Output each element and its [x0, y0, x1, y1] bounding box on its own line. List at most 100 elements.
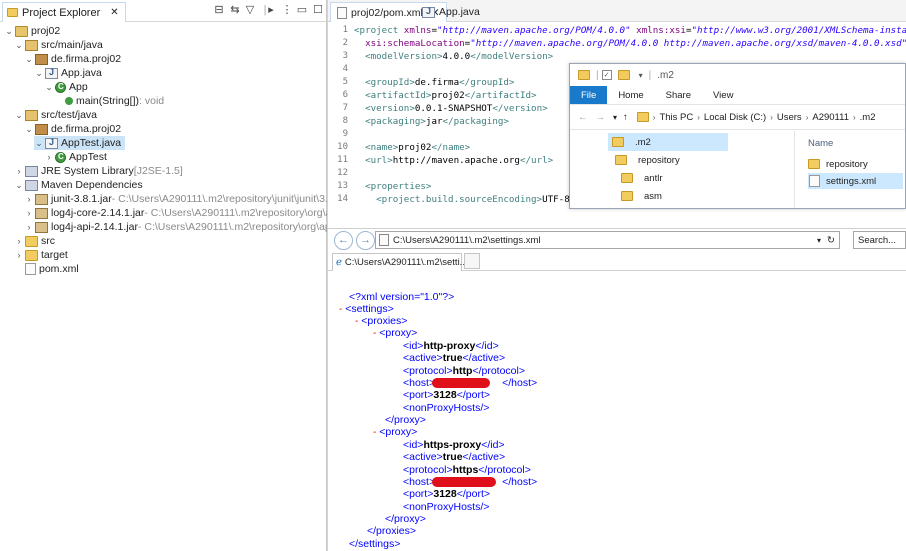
- tree-item-package-test[interactable]: ⌄ de.firma.proj02: [24, 122, 121, 136]
- address-bar[interactable]: ← → ▾ ↑ › This PC › Local Disk (C:) › Us…: [570, 104, 905, 130]
- link-editor-icon[interactable]: ⇆: [228, 4, 242, 17]
- chevron-down-icon[interactable]: ⌄: [14, 40, 24, 51]
- xml-tag: </id>: [481, 439, 505, 451]
- forward-arrow-icon[interactable]: →: [356, 230, 375, 250]
- code-line[interactable]: <modelVersion>4.0.0</modelVersion>: [354, 51, 553, 62]
- code-line[interactable]: <artifactId>proj02</artifactId>: [354, 90, 537, 101]
- tree-item-proj02[interactable]: ⌄ proj02: [4, 24, 60, 38]
- tree-item-label: target: [41, 249, 68, 261]
- tree-item-pom-xml[interactable]: pom.xml: [24, 262, 79, 276]
- code-line[interactable]: <groupId>de.firma</groupId>: [354, 77, 514, 88]
- view-menu-icon[interactable]: ⋮: [280, 4, 294, 17]
- collapse-toggle[interactable]: -: [355, 316, 358, 327]
- back-arrow-icon[interactable]: ←: [578, 112, 588, 123]
- chevron-right-icon[interactable]: ›: [24, 222, 34, 232]
- tab-app-java[interactable]: App.java: [416, 2, 486, 22]
- tree-item-jre[interactable]: › JRE System Library [J2SE-1.5]: [14, 164, 183, 178]
- tree-item-src-main-java[interactable]: ⌄ src/main/java: [14, 38, 103, 52]
- file-item-settings-xml[interactable]: settings.xml: [808, 173, 903, 189]
- chevron-right-icon[interactable]: ›: [44, 152, 54, 162]
- code-line[interactable]: <version>0.0.1-SNAPSHOT</version>: [354, 103, 548, 114]
- tree-item-junit-jar[interactable]: › junit-3.8.1.jar - C:\Users\A290111\.m2…: [24, 192, 343, 206]
- ribbon-tab-file[interactable]: File: [570, 86, 608, 104]
- browser-tab-label: C:\Users\A290111\.m2\setti...: [344, 257, 468, 268]
- tree-item-label: junit-3.8.1.jar: [51, 193, 112, 205]
- code-line[interactable]: <project.build.sourceEncoding>UTF-8<: [354, 194, 575, 205]
- up-arrow-icon[interactable]: ↑: [623, 112, 628, 123]
- tree-item-package-main[interactable]: ⌄ de.firma.proj02: [24, 52, 121, 66]
- chevron-down-icon[interactable]: ▾: [639, 71, 643, 80]
- breadcrumb-this-pc[interactable]: This PC: [659, 112, 693, 123]
- ribbon-tab-home[interactable]: Home: [607, 86, 654, 104]
- collapse-toggle[interactable]: -: [339, 304, 342, 315]
- chevron-right-icon[interactable]: ›: [14, 166, 24, 176]
- xml-tag: </proxy>: [385, 513, 426, 525]
- file-item-repository[interactable]: repository: [808, 156, 868, 172]
- nav-item-m2[interactable]: .m2: [608, 133, 728, 151]
- new-folder-icon[interactable]: [617, 70, 630, 80]
- browser-search-input[interactable]: Search...: [853, 231, 906, 249]
- chevron-down-icon[interactable]: ⌄: [14, 180, 24, 191]
- tree-item-main-method[interactable]: main(String[]) : void: [64, 94, 164, 108]
- chevron-right-icon[interactable]: ›: [24, 194, 34, 204]
- breadcrumb-users[interactable]: Users: [777, 112, 802, 123]
- close-icon[interactable]: ✕: [110, 7, 118, 18]
- nav-item-repository[interactable]: repository: [614, 151, 680, 169]
- breadcrumb-user[interactable]: A290111: [812, 112, 849, 123]
- code-line[interactable]: <url>http://maven.apache.org</url>: [354, 155, 553, 166]
- filter-icon[interactable]: ▽: [243, 4, 257, 17]
- chevron-down-icon[interactable]: ⌄: [4, 26, 14, 37]
- code-line[interactable]: <project xmlns="http://maven.apache.org/…: [354, 25, 906, 36]
- chevron-down-icon[interactable]: ⌄: [24, 124, 34, 135]
- tree-item-apptest-java[interactable]: ⌄ AppTest.java: [34, 136, 126, 150]
- xml-file-icon: [337, 6, 347, 19]
- chevron-down-icon[interactable]: ▾: [817, 236, 821, 245]
- tree-item-apptest-class[interactable]: › AppTest: [44, 150, 107, 164]
- checkbox-icon[interactable]: ✓: [601, 70, 612, 80]
- tree-item-src[interactable]: › src: [14, 234, 56, 248]
- code-line[interactable]: <name>proj02</name>: [354, 142, 470, 153]
- collapse-toggle[interactable]: -: [373, 328, 376, 339]
- nav-item-antlr[interactable]: antlr: [620, 169, 662, 187]
- code-line[interactable]: <packaging>jar</packaging>: [354, 116, 509, 127]
- minimize-icon[interactable]: ▭: [295, 4, 309, 17]
- back-arrow-icon[interactable]: ←: [334, 230, 353, 250]
- nav-item-asm[interactable]: asm: [620, 187, 662, 205]
- tree-item-app-java[interactable]: ⌄ App.java: [34, 66, 102, 80]
- line-number: 3: [342, 51, 348, 61]
- column-header-name[interactable]: Name: [808, 138, 833, 149]
- tree-item-label: src/test/java: [41, 109, 98, 121]
- ribbon-tab-view[interactable]: View: [702, 86, 744, 104]
- chevron-down-icon[interactable]: ⌄: [14, 110, 24, 121]
- maximize-icon[interactable]: ☐: [311, 4, 325, 17]
- tree-item-label: proj02: [31, 25, 61, 37]
- browser-address-bar[interactable]: C:\Users\A290111\.m2\settings.xml ▾ ↻: [375, 231, 840, 249]
- project-explorer-view: Project Explorer ✕ ⊟ ⇆ ▽ | ▸ ⋮ ▭ ☐ ⌄ pro…: [0, 0, 397, 551]
- chevron-down-icon[interactable]: ⌄: [34, 68, 44, 79]
- collapse-all-icon[interactable]: ⊟: [212, 4, 226, 17]
- breadcrumb-local-disk[interactable]: Local Disk (C:): [704, 112, 766, 123]
- ribbon-tab-share[interactable]: Share: [655, 86, 702, 104]
- folder-icon: [578, 70, 590, 80]
- focus-icon[interactable]: ▸: [264, 4, 278, 17]
- chevron-right-icon[interactable]: ›: [14, 236, 24, 246]
- chevron-down-icon[interactable]: ⌄: [34, 138, 44, 149]
- chevron-down-icon[interactable]: ⌄: [44, 82, 54, 93]
- new-tab-button[interactable]: [464, 253, 480, 269]
- tab-project-explorer[interactable]: Project Explorer ✕: [2, 2, 126, 22]
- tree-item-src-test-java[interactable]: ⌄ src/test/java: [14, 108, 97, 122]
- tree-item-app-class[interactable]: ⌄ App: [44, 80, 87, 94]
- chevron-down-icon[interactable]: ▾: [613, 113, 617, 122]
- collapse-toggle[interactable]: -: [373, 427, 376, 438]
- forward-arrow-icon[interactable]: →: [596, 112, 606, 123]
- browser-tab-settings-xml[interactable]: ℯ C:\Users\A290111\.m2\setti... ✕: [332, 253, 481, 271]
- chevron-down-icon[interactable]: ⌄: [24, 54, 34, 65]
- chevron-right-icon[interactable]: ›: [14, 250, 24, 260]
- tree-item-maven-deps[interactable]: ⌄ Maven Dependencies: [14, 178, 142, 192]
- chevron-right-icon[interactable]: ›: [24, 208, 34, 218]
- code-line[interactable]: <properties>: [354, 181, 431, 192]
- refresh-icon[interactable]: ↻: [827, 235, 835, 246]
- tree-item-target[interactable]: › target: [14, 248, 68, 262]
- code-line[interactable]: xsi:schemaLocation="http://maven.apache.…: [354, 38, 906, 49]
- breadcrumb-m2[interactable]: .m2: [860, 112, 876, 123]
